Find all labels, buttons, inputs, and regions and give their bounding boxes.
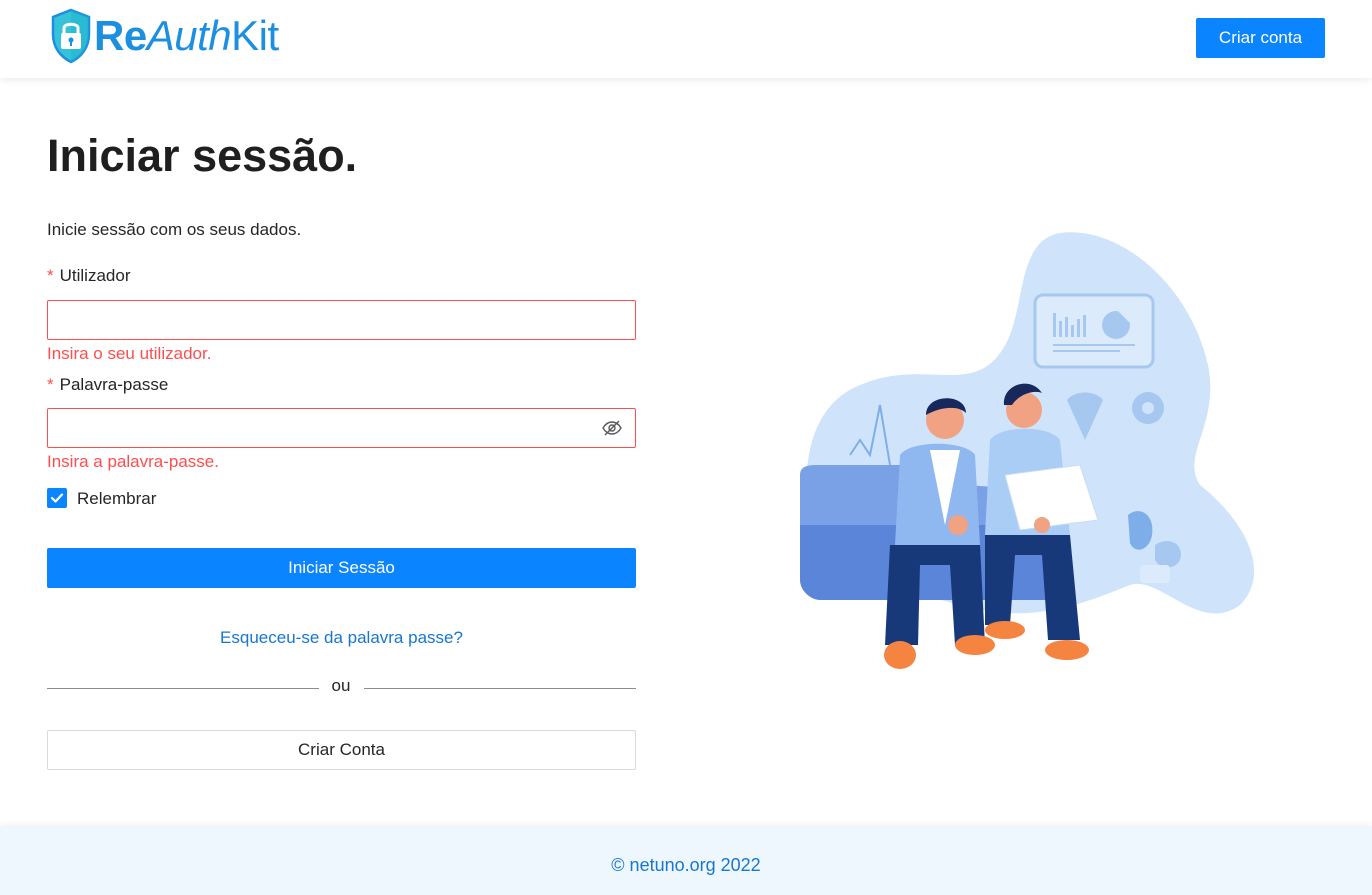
top-header: ReAuthKit Criar conta	[0, 0, 1372, 78]
logo-text: ReAuthKit	[94, 8, 279, 64]
footer: © netuno.org 2022	[0, 826, 1372, 895]
login-submit-button[interactable]: Iniciar Sessão	[47, 548, 636, 588]
people-on-sofa-illustration	[800, 232, 1255, 669]
page-title: Iniciar sessão.	[47, 130, 358, 181]
check-icon	[50, 493, 64, 503]
required-marker: *	[47, 266, 54, 285]
password-error: Insira a palavra-passe.	[47, 452, 219, 471]
divider-left	[47, 688, 319, 689]
page-subtitle: Inicie sessão com os seus dados.	[47, 220, 302, 239]
password-label-text: Palavra-passe	[59, 375, 169, 394]
forgot-password-link[interactable]: Esqueceu-se da palavra passe?	[47, 628, 636, 648]
shield-lock-icon	[51, 8, 91, 64]
header-create-account-button[interactable]: Criar conta	[1196, 18, 1325, 58]
eye-off-icon[interactable]	[602, 419, 622, 437]
logo-text-kit: Kit	[231, 12, 279, 59]
divider-right	[364, 688, 636, 689]
password-input[interactable]	[47, 408, 636, 448]
create-account-button[interactable]: Criar Conta	[47, 730, 636, 770]
divider-text: ou	[331, 676, 351, 695]
username-error: Insira o seu utilizador.	[47, 344, 212, 363]
username-input[interactable]	[47, 300, 636, 340]
illustration-screen	[1033, 293, 1155, 369]
username-label: * Utilizador	[47, 266, 130, 286]
remember-label[interactable]: Relembrar	[77, 489, 156, 509]
logo[interactable]: ReAuthKit	[50, 8, 279, 64]
username-label-text: Utilizador	[59, 266, 131, 285]
required-marker: *	[47, 375, 54, 394]
remember-checkbox[interactable]	[47, 488, 67, 508]
logo-text-auth: Auth	[146, 12, 232, 59]
password-label: * Palavra-passe	[47, 375, 168, 395]
footer-copyright[interactable]: © netuno.org 2022	[0, 855, 1372, 876]
logo-text-re: Re	[94, 12, 147, 59]
